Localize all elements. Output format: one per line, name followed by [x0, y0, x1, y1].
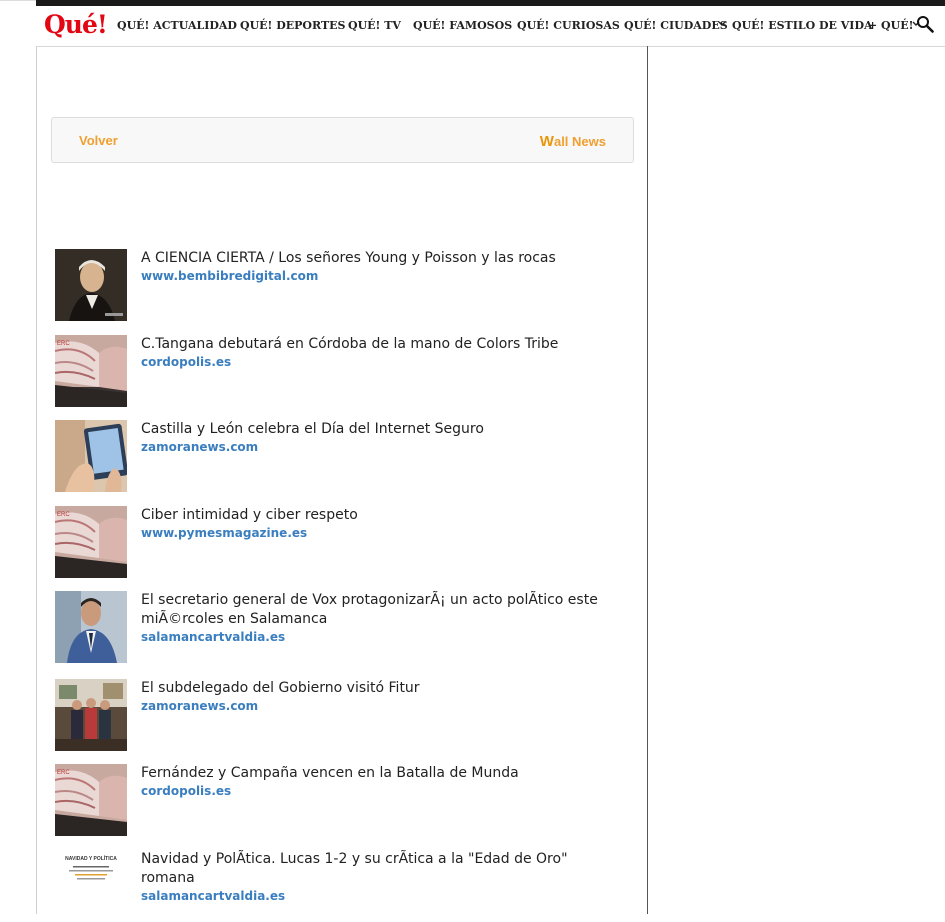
top-edge-line: [0, 0, 36, 1]
article-source[interactable]: salamancartvaldia.es: [141, 889, 285, 903]
nav-item-tv[interactable]: QUÉ! TV: [348, 19, 401, 32]
article-source[interactable]: salamancartvaldia.es: [141, 630, 285, 644]
article-title[interactable]: C.Tangana debutará en Córdoba de la mano…: [141, 335, 611, 354]
svg-text:ERC: ERC: [57, 341, 70, 347]
newspaper-image: ERC: [55, 764, 127, 836]
newspaper-image: ERC: [55, 335, 127, 407]
svg-text:ERC: ERC: [57, 770, 70, 776]
main-navigation: Qué! QUÉ! ACTUALIDAD QUÉ! DEPORTES QUÉ! …: [36, 6, 945, 47]
nav-item-curiosas[interactable]: QUÉ! CURIOSAS: [517, 19, 620, 32]
man-in-suit-image: [55, 591, 127, 663]
article-title[interactable]: Ciber intimidad y ciber respeto: [141, 506, 611, 525]
nav-item-ciudades[interactable]: QUÉ! CIUDADES: [624, 19, 728, 32]
nav-item-actualidad[interactable]: QUÉ! ACTUALIDAD: [117, 19, 237, 32]
article-source[interactable]: zamoranews.com: [141, 440, 258, 454]
site-logo[interactable]: Qué!: [44, 10, 108, 40]
article-title[interactable]: A CIENCIA CIERTA / Los señores Young y P…: [141, 249, 611, 268]
article-title[interactable]: El secretario general de Vox protagoniza…: [141, 591, 611, 629]
article-thumbnail[interactable]: [55, 591, 127, 663]
tablet-image: [55, 420, 127, 492]
article-source[interactable]: zamoranews.com: [141, 699, 258, 713]
article-thumbnail[interactable]: [55, 679, 127, 751]
article-source[interactable]: www.pymesmagazine.es: [141, 526, 307, 540]
article-thumbnail[interactable]: [55, 420, 127, 492]
back-link[interactable]: Volver: [79, 133, 118, 148]
newspaper-image: ERC: [55, 506, 127, 578]
book-cover-title: NAVIDAD Y POLÍTICA: [65, 854, 117, 862]
nav-item-famosos[interactable]: QUÉ! FAMOSOS: [413, 19, 512, 32]
wall-news-bar: Volver Wall News: [51, 117, 634, 163]
article-thumbnail[interactable]: NAVIDAD Y POLÍTICA: [55, 850, 127, 922]
article-title[interactable]: Navidad y PolÃtica. Lucas 1-2 y su crÃti…: [141, 850, 611, 888]
content-column: [36, 46, 648, 914]
nav-item-estilo-de-vida[interactable]: QUÉ! ESTILO DE VIDA: [732, 19, 873, 32]
wall-news-logo[interactable]: Wall News: [540, 133, 606, 150]
article-source[interactable]: cordopolis.es: [141, 355, 231, 369]
article-thumbnail[interactable]: [55, 249, 127, 321]
article-thumbnail[interactable]: ERC: [55, 506, 127, 578]
article-title[interactable]: Fernández y Campaña vencen en la Batalla…: [141, 764, 611, 783]
nav-item-deportes[interactable]: QUÉ! DEPORTES: [240, 19, 345, 32]
article-thumbnail[interactable]: ERC: [55, 764, 127, 836]
search-icon[interactable]: [916, 15, 934, 33]
article-title[interactable]: Castilla y León celebra el Día del Inter…: [141, 420, 611, 439]
article-source[interactable]: cordopolis.es: [141, 784, 231, 798]
portrait-image: [55, 249, 127, 321]
nav-item-mas-que[interactable]: + QUÉ!: [868, 19, 913, 32]
article-source[interactable]: www.bembibredigital.com: [141, 269, 318, 283]
chevron-down-icon[interactable]: [718, 20, 726, 28]
svg-text:ERC: ERC: [57, 512, 70, 518]
book-cover-image: NAVIDAD Y POLÍTICA: [55, 850, 127, 914]
article-title[interactable]: El subdelegado del Gobierno visitó Fitur: [141, 679, 611, 698]
group-photo-image: [55, 679, 127, 751]
article-thumbnail[interactable]: ERC: [55, 335, 127, 407]
